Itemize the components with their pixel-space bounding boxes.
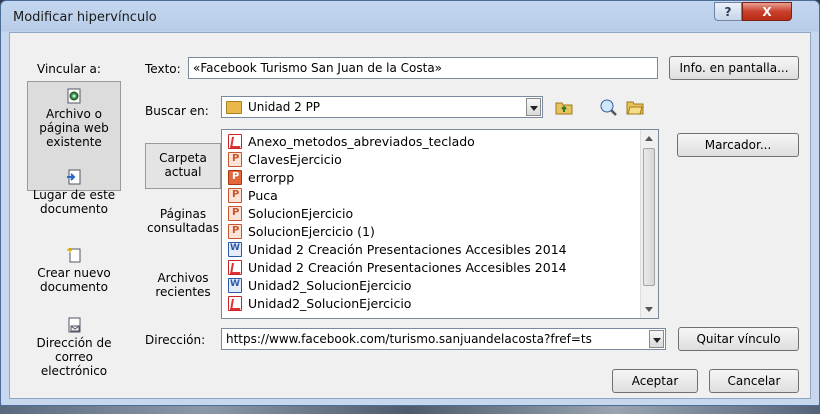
list-item[interactable]: Unidad 2 Creación Presentaciones Accesib… xyxy=(228,259,567,276)
view-tabs: Carpeta actual Páginas consultadas Archi… xyxy=(145,129,221,321)
document-place-icon xyxy=(67,169,81,185)
email-address-icon xyxy=(68,317,81,333)
dialog-title: Modificar hipervínculo xyxy=(13,10,157,25)
nav-email-label-2: correo xyxy=(54,350,94,364)
help-button[interactable]: ? xyxy=(714,2,742,21)
up-folder-icon xyxy=(555,102,573,115)
tab-browsed-pages-label-2: consultadas xyxy=(146,221,220,235)
browse-file-button[interactable] xyxy=(624,96,646,118)
nav-email-address[interactable]: Dirección de correo electrónico xyxy=(27,317,121,387)
nav-existing-label-1: Archivo o xyxy=(45,107,102,121)
tab-recent-files[interactable]: Archivos recientes xyxy=(145,271,221,311)
list-item[interactable]: Unidad2_SolucionEjercicio xyxy=(228,277,411,294)
nav-existing-label-2: página web xyxy=(39,121,109,135)
nav-email-label-3: electrónico xyxy=(40,364,108,378)
nav-place-label-2: documento xyxy=(40,202,108,216)
chevron-down-icon[interactable] xyxy=(649,330,664,348)
tab-current-folder-label-2: actual xyxy=(164,165,202,179)
file-name: Unidad 2 Creación Presentaciones Accesib… xyxy=(248,242,567,257)
nav-new-label-2: documento xyxy=(40,280,108,294)
powerpoint-file-icon xyxy=(228,152,242,167)
look-in-value: Unidad 2 PP xyxy=(248,100,321,114)
pdf-file-icon xyxy=(228,260,242,275)
tab-current-folder-label-1: Carpeta xyxy=(159,151,207,165)
cancel-button[interactable]: Cancelar xyxy=(709,369,799,393)
tab-browsed-pages[interactable]: Páginas consultadas xyxy=(145,207,221,247)
file-name: Puca xyxy=(248,188,278,203)
powerpoint-file-icon xyxy=(228,224,242,239)
link-to-panel: Archivo o página web existente Lugar de … xyxy=(27,49,121,399)
nav-email-label-1: Dirección de xyxy=(36,336,112,350)
new-document-icon xyxy=(67,247,81,263)
word-file-icon xyxy=(228,278,242,293)
edit-hyperlink-dialog: Modificar hipervínculo ? X Vincular a: A… xyxy=(0,0,820,406)
file-list[interactable]: Anexo_metodos_abreviados_teclado ClavesE… xyxy=(221,129,659,319)
up-folder-button[interactable] xyxy=(553,96,575,118)
word-file-icon xyxy=(228,242,242,257)
text-to-display-input[interactable]: «Facebook Turismo San Juan de la Costa» xyxy=(188,57,658,79)
browse-web-icon xyxy=(600,99,617,116)
file-name: Unidad 2 Creación Presentaciones Accesib… xyxy=(248,260,567,275)
file-name: Unidad2_SolucionEjercicio xyxy=(248,296,412,311)
remove-link-button[interactable]: Quitar vínculo xyxy=(678,327,799,351)
list-item[interactable]: Anexo_metodos_abreviados_teclado xyxy=(228,133,475,150)
list-item[interactable]: errorpp xyxy=(228,169,294,186)
screentip-button[interactable]: Info. en pantalla... xyxy=(669,56,799,80)
title-bar: Modificar hipervínculo ? X xyxy=(1,1,819,32)
file-name: SolucionEjercicio (1) xyxy=(248,224,375,239)
bookmark-button[interactable]: Marcador... xyxy=(677,133,799,157)
ok-button[interactable]: Aceptar xyxy=(612,369,698,393)
file-list-scrollbar[interactable] xyxy=(640,130,658,318)
tab-recent-files-label-2: recientes xyxy=(155,285,211,299)
pdf-file-icon xyxy=(228,134,242,149)
tab-current-folder[interactable]: Carpeta actual xyxy=(145,143,221,189)
list-item[interactable]: Unidad2_SolucionEjercicio xyxy=(228,295,411,312)
file-name: ClavesEjercicio xyxy=(248,152,342,167)
scrollbar-thumb[interactable] xyxy=(643,148,655,286)
file-name: Anexo_metodos_abreviados_teclado xyxy=(248,134,475,149)
close-button[interactable]: X xyxy=(742,2,792,21)
look-in-combobox[interactable]: Unidad 2 PP xyxy=(221,96,543,118)
file-name: errorpp xyxy=(248,170,295,185)
scroll-down-icon[interactable] xyxy=(645,307,653,312)
list-item[interactable]: ClavesEjercicio xyxy=(228,151,342,168)
chevron-down-icon[interactable] xyxy=(526,98,541,116)
text-label: Texto: xyxy=(145,62,181,76)
tab-browsed-pages-label-1: Páginas xyxy=(159,207,207,221)
list-item[interactable]: SolucionEjercicio xyxy=(228,205,353,222)
list-item[interactable]: SolucionEjercicio (1) xyxy=(228,223,375,240)
nav-existing-label-3: existente xyxy=(46,135,102,149)
pdf-file-icon xyxy=(228,296,242,311)
file-name: Unidad2_SolucionEjercicio xyxy=(248,278,412,293)
nav-place-in-document[interactable]: Lugar de este documento xyxy=(27,169,121,229)
file-name: SolucionEjercicio xyxy=(248,206,354,221)
browse-file-icon xyxy=(626,101,644,115)
look-in-label: Buscar en: xyxy=(145,104,209,118)
folder-icon xyxy=(226,101,242,114)
scroll-up-icon[interactable] xyxy=(645,136,653,141)
address-input[interactable]: https://www.facebook.com/turismo.sanjuan… xyxy=(221,328,666,350)
list-item[interactable]: Puca xyxy=(228,187,278,204)
address-value: https://www.facebook.com/turismo.sanjuan… xyxy=(226,332,592,346)
nav-create-new-document[interactable]: Crear nuevo documento xyxy=(27,247,121,307)
browse-web-button[interactable] xyxy=(597,96,619,118)
web-file-icon xyxy=(67,88,81,104)
powerpoint-file-icon xyxy=(228,170,242,185)
powerpoint-file-icon xyxy=(228,206,242,221)
list-item[interactable]: Unidad 2 Creación Presentaciones Accesib… xyxy=(228,241,567,258)
nav-new-label-1: Crear nuevo xyxy=(37,266,111,280)
address-label: Dirección: xyxy=(145,333,206,347)
powerpoint-file-icon xyxy=(228,188,242,203)
nav-place-label-1: Lugar de este xyxy=(32,188,116,202)
tab-recent-files-label-1: Archivos xyxy=(157,271,209,285)
